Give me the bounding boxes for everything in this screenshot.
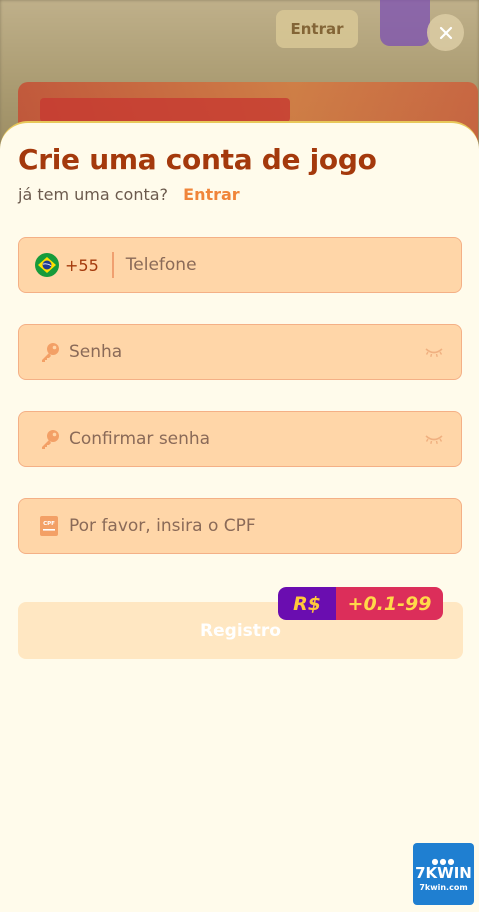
page-title: Crie uma conta de jogo (18, 143, 377, 176)
confirm-password-field[interactable]: Confirmar senha (18, 411, 462, 467)
password-input[interactable]: Senha (69, 342, 122, 362)
key-icon (42, 343, 59, 362)
background-enter-button: Entrar (276, 10, 358, 48)
register-sheet: Crie uma conta de jogo já tem uma conta?… (0, 121, 479, 912)
login-prompt: já tem uma conta? Entrar (18, 185, 240, 204)
login-link[interactable]: Entrar (183, 185, 240, 204)
bonus-currency: R$ (278, 587, 336, 620)
brazil-flag-icon[interactable] (35, 253, 59, 277)
cpf-icon-label: CPF (43, 521, 55, 527)
bonus-badge: R$ +0.1-99 (278, 587, 443, 620)
field-divider (111, 252, 114, 278)
confirm-password-input[interactable]: Confirmar senha (69, 429, 210, 449)
brand-url: 7kwin.com (419, 882, 468, 892)
cpf-input[interactable]: Por favor, insira o CPF (69, 516, 256, 536)
register-button-label: Registro (200, 620, 281, 641)
phone-field[interactable]: +55 Telefone (18, 237, 462, 293)
eye-closed-icon[interactable] (425, 433, 443, 445)
eye-closed-icon[interactable] (425, 346, 443, 358)
brand-name: 7KWIN (415, 863, 472, 882)
close-icon (439, 26, 452, 39)
login-prompt-text: já tem uma conta? (18, 185, 169, 204)
key-icon (42, 430, 59, 449)
background-banner-strip (40, 98, 290, 122)
cpf-field[interactable]: CPF Por favor, insira o CPF (18, 498, 462, 554)
cpf-card-icon: CPF (40, 516, 58, 536)
password-field[interactable]: Senha (18, 324, 462, 380)
close-button[interactable] (427, 14, 464, 51)
brand-logo: ●●● 7KWIN 7kwin.com (413, 843, 474, 905)
country-code[interactable]: +55 (65, 256, 99, 275)
phone-input[interactable]: Telefone (126, 255, 197, 275)
background-enter-label: Entrar (290, 20, 344, 38)
background-gift-icon (380, 0, 430, 46)
bonus-amount: +0.1-99 (336, 587, 443, 620)
